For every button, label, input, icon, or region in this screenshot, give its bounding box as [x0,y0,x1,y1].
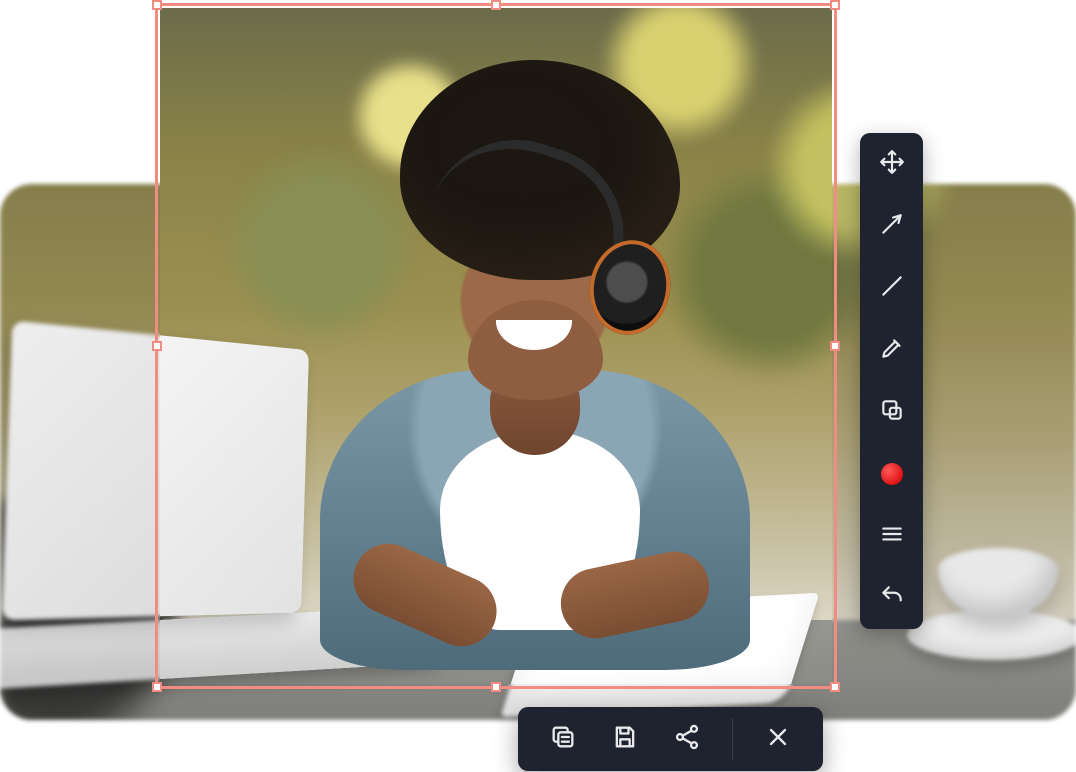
close-icon [764,723,792,756]
resize-handle-bottom-middle[interactable] [491,682,501,692]
share-button[interactable] [670,722,704,756]
record-icon [881,463,903,485]
resize-handle-top-middle[interactable] [491,0,501,10]
move-icon [879,149,905,180]
action-bar [518,707,823,771]
resize-handle-bottom-left[interactable] [152,682,162,692]
marker-icon [879,335,905,366]
line-tool[interactable] [875,271,909,305]
copy-button[interactable] [546,722,580,756]
resize-handle-top-left[interactable] [152,0,162,10]
line-icon [879,273,905,304]
copy-icon [549,723,577,756]
overlap-squares-icon [879,397,905,428]
arrow-tool[interactable] [875,209,909,243]
resize-handle-bottom-right[interactable] [830,682,840,692]
annotation-toolbar [860,133,923,629]
shape-tool[interactable] [875,395,909,429]
undo-icon [879,583,905,614]
resize-handle-middle-right[interactable] [830,341,840,351]
menu-icon [879,521,905,552]
close-button[interactable] [761,722,795,756]
resize-handle-middle-left[interactable] [152,341,162,351]
share-icon [673,723,701,756]
resize-handle-top-right[interactable] [830,0,840,10]
record-tool[interactable] [875,457,909,491]
highlighter-tool[interactable] [875,333,909,367]
save-icon [611,723,639,756]
undo-tool[interactable] [875,581,909,615]
cropped-image [160,8,832,684]
move-tool[interactable] [875,147,909,181]
save-button[interactable] [608,722,642,756]
arrow-icon [879,211,905,242]
more-tool[interactable] [875,519,909,553]
